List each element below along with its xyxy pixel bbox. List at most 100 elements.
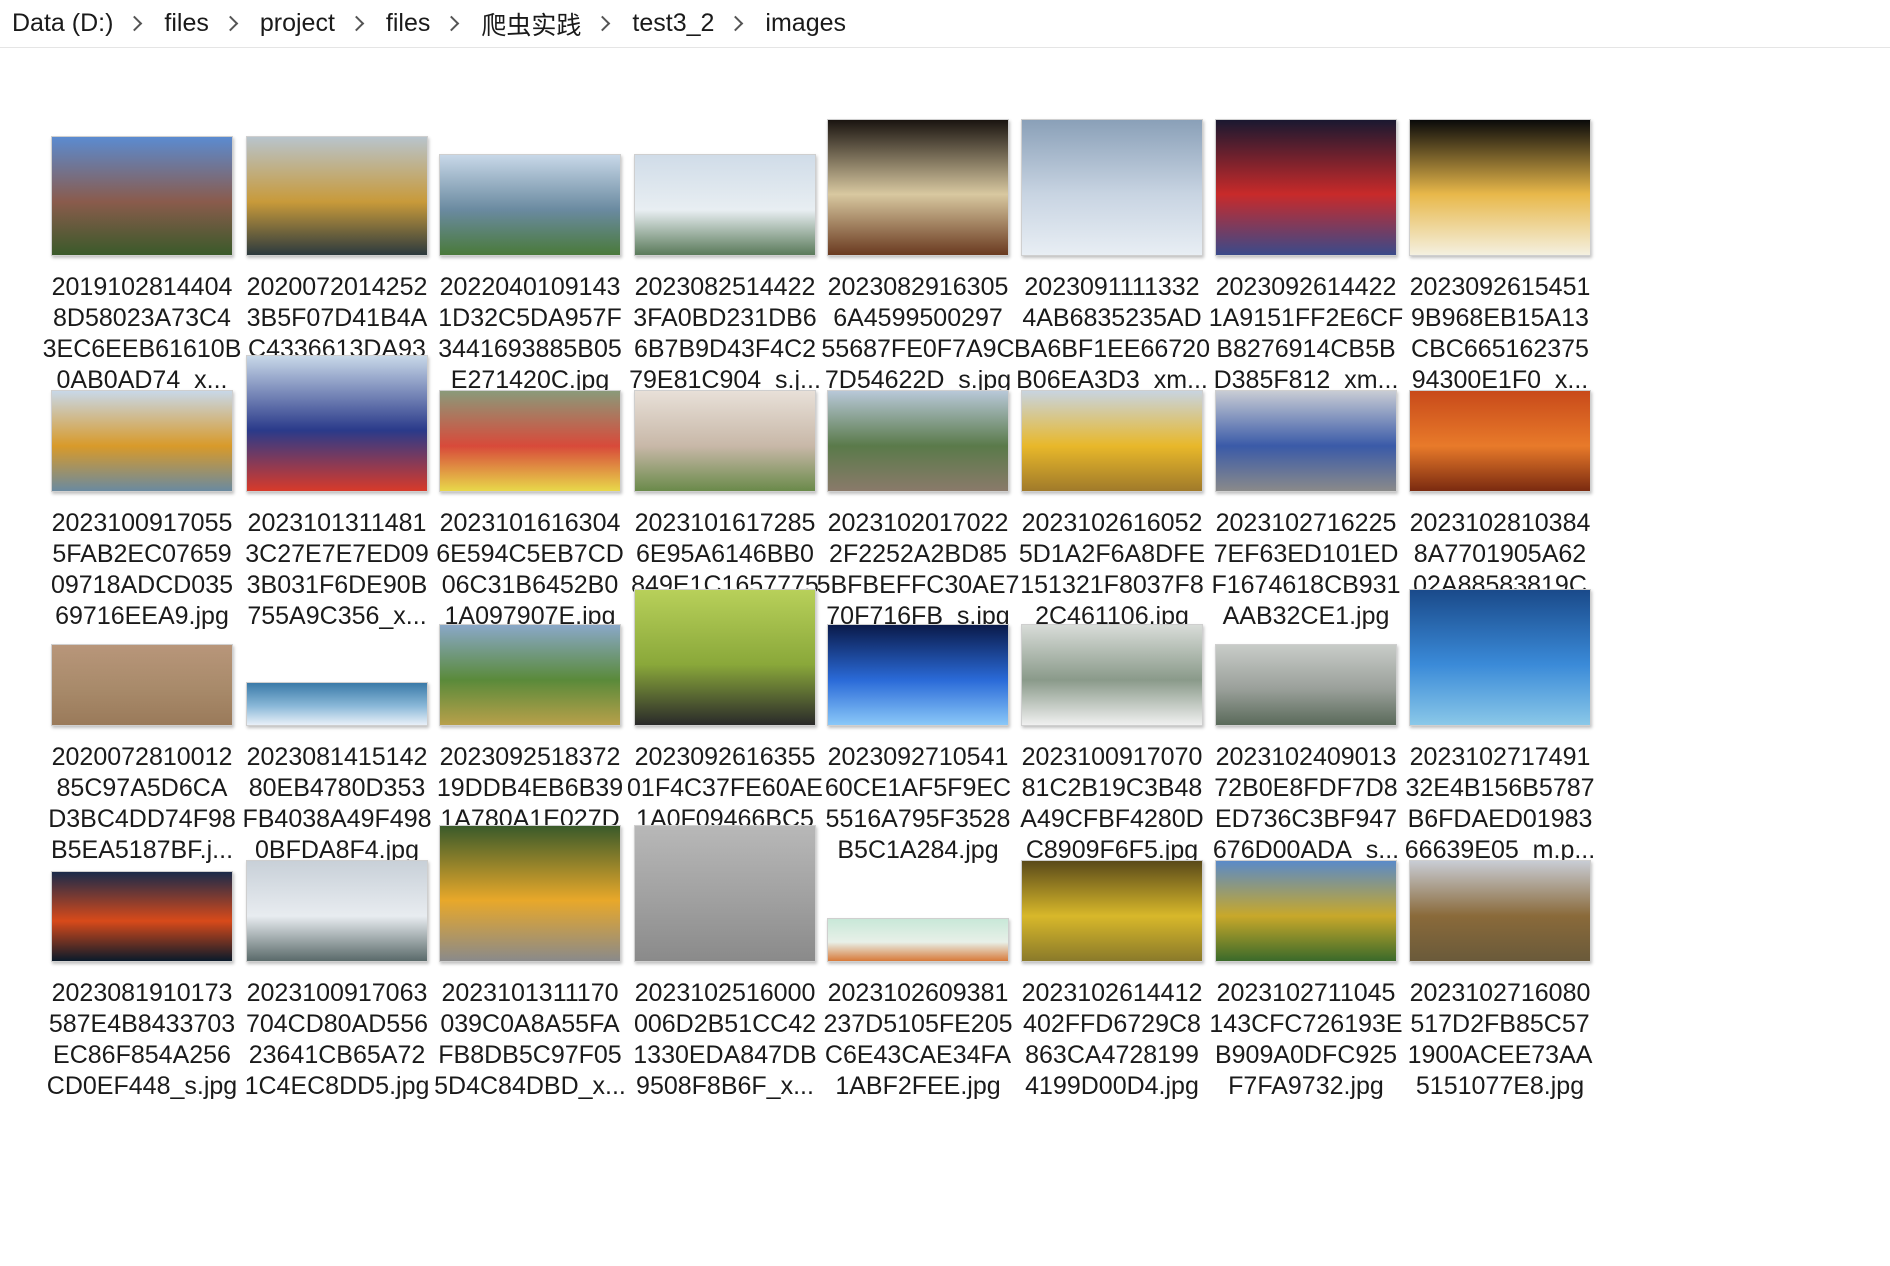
file-name-line: 1900ACEE73AA <box>1407 1041 1593 1069</box>
image-thumbnail <box>439 825 621 962</box>
image-thumbnail <box>827 390 1009 492</box>
file-name: 2023102614412 402FFD6729C8 863CA4728199 419… <box>1000 978 1224 1102</box>
file-name: 2023102609381 237D5105FE205 C6E43CAE34FA 1A… <box>806 978 1030 1102</box>
thumbnail-frame <box>1194 284 1418 502</box>
thumbnail-frame <box>225 284 449 502</box>
image-thumbnail <box>1215 644 1397 726</box>
file-name-line: 5D4C84DBD_x... <box>434 1072 626 1100</box>
file-name: 2023081910173 587E4B8433703 EC86F854A256 CD… <box>30 978 254 1102</box>
file-name-line: 402FFD6729C8 <box>1023 1010 1201 1038</box>
thumbnail-frame <box>806 284 1030 502</box>
breadcrumb-item[interactable]: images <box>765 9 846 38</box>
file-name-line: 039C0A8A55FA <box>440 1010 620 1038</box>
image-thumbnail <box>1021 119 1203 256</box>
file-name: 2023102711045 143CFC726193E B909A0DFC925 F7… <box>1194 978 1418 1102</box>
file-item[interactable]: 2023081910173 587E4B8433703 EC86F854A256 CD… <box>30 754 254 1100</box>
file-name-line: 2023102716080 <box>1409 979 1591 1007</box>
file-name-line: 587E4B8433703 <box>48 1010 236 1038</box>
chevron-right-icon <box>728 15 744 32</box>
breadcrumb-item[interactable]: 爬虫实践 <box>481 6 581 42</box>
thumbnail-frame <box>806 754 1030 972</box>
thumbnail-frame <box>418 48 642 266</box>
file-name-line: 2023102609381 <box>827 979 1009 1007</box>
file-name-line: 237D5105FE205 <box>823 1010 1013 1038</box>
image-thumbnail <box>634 589 816 726</box>
image-thumbnail <box>1215 119 1397 256</box>
thumbnail-frame <box>418 518 642 736</box>
image-thumbnail <box>51 644 233 726</box>
file-name-line: 2023101311170 <box>441 979 619 1007</box>
thumbnail-frame <box>806 48 1030 266</box>
breadcrumb-item[interactable]: project <box>260 9 335 38</box>
breadcrumb-item[interactable]: test3_2 <box>632 9 714 38</box>
file-name-line: 9508F8B6F_x... <box>636 1072 814 1100</box>
thumbnail-frame <box>1000 48 1224 266</box>
breadcrumb-item[interactable]: files <box>164 9 208 38</box>
file-name-line: F7FA9732.jpg <box>1228 1072 1384 1100</box>
file-name-line: 2023102711045 <box>1216 979 1396 1007</box>
file-item[interactable]: 2023102609381 237D5105FE205 C6E43CAE34FA 1A… <box>806 754 1030 1100</box>
file-name-line: 1C4EC8DD5.jpg <box>244 1072 430 1100</box>
file-item[interactable]: 2023100917063 704CD80AD556 23641CB65A72 1C4… <box>225 754 449 1100</box>
file-item[interactable]: 2023102716080 517D2FB85C57 1900ACEE73AA 515… <box>1388 754 1612 1100</box>
image-thumbnail <box>827 918 1009 962</box>
image-thumbnail <box>439 390 621 492</box>
file-name-line: 2023102516000 <box>634 979 816 1007</box>
file-name-line: C6E43CAE34FA <box>824 1041 1012 1069</box>
thumbnail-frame <box>30 48 254 266</box>
thumbnail-frame <box>613 754 837 972</box>
file-item[interactable]: 2023102614412 402FFD6729C8 863CA4728199 419… <box>1000 754 1224 1100</box>
file-item[interactable]: 2023102516000 006D2B51CC42 1330EDA847DB 950… <box>613 754 837 1100</box>
image-thumbnail <box>1021 390 1203 492</box>
image-thumbnail <box>439 154 621 256</box>
image-thumbnail <box>1409 589 1591 726</box>
file-item[interactable]: 2023102711045 143CFC726193E B909A0DFC925 F7… <box>1194 754 1418 1100</box>
image-thumbnail <box>246 136 428 256</box>
thumbnail-frame <box>1388 754 1612 972</box>
file-name-line: 1ABF2FEE.jpg <box>835 1072 1001 1100</box>
file-name: 2023102716080 517D2FB85C57 1900ACEE73AA 515… <box>1388 978 1612 1102</box>
file-name-line: 1330EDA847DB <box>633 1041 817 1069</box>
image-thumbnail <box>1409 390 1591 492</box>
thumbnail-frame <box>1388 48 1612 266</box>
thumbnail-frame <box>1000 518 1224 736</box>
thumbnail-frame <box>1388 284 1612 502</box>
thumbnail-frame <box>613 518 837 736</box>
file-name-line: 517D2FB85C57 <box>1410 1010 1590 1038</box>
thumbnail-frame <box>1000 284 1224 502</box>
breadcrumb-item[interactable]: files <box>386 9 430 38</box>
file-name-line: 863CA4728199 <box>1025 1041 1199 1069</box>
file-name-line: 006D2B51CC42 <box>633 1010 817 1038</box>
chevron-right-icon <box>348 15 365 32</box>
image-thumbnail <box>1409 860 1591 962</box>
breadcrumb: Data (D:) files project files 爬虫实践 test3_2 ima… <box>0 0 1890 48</box>
image-thumbnail <box>1409 119 1591 256</box>
file-name-line: B909A0DFC925 <box>1214 1041 1398 1069</box>
breadcrumb-item[interactable]: Data (D:) <box>12 9 113 38</box>
file-name: 2023102516000 006D2B51CC42 1330EDA847DB 950… <box>613 978 837 1102</box>
chevron-right-icon <box>595 15 611 32</box>
thumbnail-frame <box>806 518 1030 736</box>
thumbnail-frame <box>30 284 254 502</box>
image-thumbnail <box>1215 390 1397 492</box>
image-thumbnail <box>827 119 1009 256</box>
thumbnail-frame <box>30 518 254 736</box>
thumbnail-frame <box>1194 754 1418 972</box>
file-name-line: 2023081910173 <box>51 979 233 1007</box>
chevron-right-icon <box>127 15 143 32</box>
file-grid: 2019102814404 8D58023A73C4 3EC6EEB61610B 0A… <box>0 48 1890 1266</box>
file-name-line: FB8DB5C97F05 <box>438 1041 622 1069</box>
thumbnail-frame <box>1194 518 1418 736</box>
thumbnail-frame <box>225 48 449 266</box>
image-thumbnail <box>51 871 233 962</box>
image-thumbnail <box>634 154 816 256</box>
file-name: 2023100917063 704CD80AD556 23641CB65A72 1C4… <box>225 978 449 1102</box>
thumbnail-frame <box>418 754 642 972</box>
thumbnail-frame <box>225 518 449 736</box>
thumbnail-frame <box>1194 48 1418 266</box>
thumbnail-frame <box>225 754 449 972</box>
file-name-line: EC86F854A256 <box>53 1041 231 1069</box>
image-thumbnail <box>246 860 428 962</box>
file-name-line: 5151077E8.jpg <box>1415 1072 1585 1100</box>
file-item[interactable]: 2023101311170 039C0A8A55FA FB8DB5C97F05 5D4… <box>418 754 642 1100</box>
